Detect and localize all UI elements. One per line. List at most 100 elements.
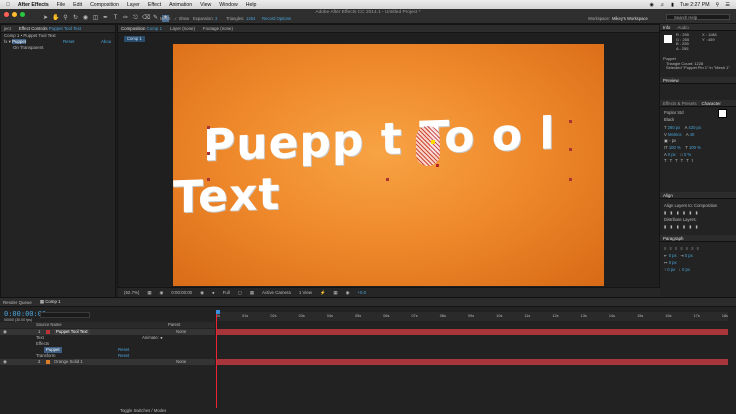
record-options-link[interactable]: Record Options [262, 16, 291, 21]
clock[interactable]: Tue 2:27 PM [680, 2, 710, 8]
paragraph-align-buttons[interactable]: ≡≡≡≡≡≡≡ [664, 245, 702, 252]
on-transparent-row[interactable]: On Transparent [1, 45, 115, 51]
space-after-value[interactable]: 0 px [682, 267, 690, 272]
exposure-value[interactable]: +0.0 [357, 290, 366, 295]
fill-color-swatch[interactable] [718, 109, 727, 118]
parent-select-2[interactable]: None [176, 359, 186, 365]
wifi-icon[interactable]: ◉ [649, 2, 654, 8]
small-caps-icon[interactable]: Tt [686, 158, 696, 163]
reset-button[interactable]: Reset [63, 39, 74, 45]
color-icon[interactable]: ● [212, 290, 215, 295]
bound-handle-mr[interactable] [569, 148, 572, 151]
timeline-search-input[interactable] [40, 312, 90, 318]
space-before-value[interactable]: 0 px [667, 267, 675, 272]
search-icon[interactable]: ⚲ [716, 2, 720, 8]
preview-title[interactable]: Preview [660, 77, 736, 84]
selection-tool-icon[interactable]: ➤ [42, 15, 49, 22]
all-caps-icon[interactable]: TT [675, 158, 686, 163]
pen-tool-icon[interactable]: ✒ [102, 15, 109, 22]
hand-tool-icon[interactable]: ✋ [52, 15, 59, 22]
indent-right-value[interactable]: 0 px [685, 253, 693, 258]
battery-icon[interactable]: ▮ [671, 2, 674, 8]
puppet-pin-2[interactable] [436, 164, 439, 167]
views-select[interactable]: 1 View [299, 290, 312, 295]
align-to-select[interactable]: Composition [694, 203, 717, 208]
menu-window[interactable]: Window [219, 2, 237, 8]
exposure-icon[interactable]: ◉ [346, 290, 350, 296]
kerning-value[interactable]: Metrics [668, 132, 682, 137]
roi-icon[interactable]: ▢ [238, 290, 242, 296]
menu-layer[interactable]: Layer [127, 2, 140, 8]
puppet-mesh-overlay[interactable] [416, 126, 440, 166]
menu-help[interactable]: Help [246, 2, 257, 8]
resolution-select[interactable]: Full [223, 290, 230, 295]
indent-left-value[interactable]: 0 px [669, 253, 677, 258]
tab-composition[interactable]: Composition Comp 1 [121, 26, 162, 31]
menu-edit[interactable]: Edit [73, 2, 82, 8]
layer-color-label-2[interactable] [46, 360, 50, 364]
bound-handle-tl[interactable] [207, 126, 210, 129]
grid-icon[interactable]: ▦ [147, 290, 151, 296]
bound-handle-br[interactable] [569, 178, 572, 181]
effect-row-puppet[interactable]: fx ▾ Puppet Reset Abou [1, 39, 115, 45]
tab-character[interactable]: Character [702, 101, 721, 106]
bound-handle-tr[interactable] [569, 120, 572, 123]
comp-canvas[interactable]: Puepp t To o l Text [173, 44, 604, 286]
bound-handle-ml[interactable] [207, 152, 210, 155]
eraser-tool-icon[interactable]: ⌫ [142, 15, 150, 22]
tracking-value[interactable]: 40 [690, 132, 695, 137]
bound-handle-bm[interactable] [386, 178, 389, 181]
camera-tool-icon[interactable]: ◉ [82, 15, 89, 22]
col-parent[interactable]: Parent [168, 322, 180, 328]
paragraph-title[interactable]: Paragraph [660, 235, 736, 242]
toggle-switches-modes[interactable]: Toggle Switches / Modes [120, 408, 166, 413]
snapshot-icon[interactable]: ◉ [200, 290, 204, 296]
col-source-name[interactable]: Source Name [36, 322, 62, 328]
apple-icon[interactable]:  [6, 2, 10, 8]
flowchart-icon[interactable]: ▦ [333, 290, 337, 296]
brush-tool-icon[interactable]: ✑ [122, 15, 129, 22]
fast-preview-icon[interactable]: ⚡ [320, 290, 325, 296]
menu-animation[interactable]: Animation [169, 2, 192, 8]
camera-icon[interactable]: ◉ [160, 290, 164, 296]
indent-first-value[interactable]: 0 px [669, 260, 677, 265]
horizontal-scale-value[interactable]: 100 % [689, 145, 701, 150]
layer-bar-2[interactable] [216, 359, 728, 365]
baseline-value[interactable]: 0 px [668, 152, 676, 157]
fx-icon[interactable]: fx ▾ [4, 39, 11, 44]
volume-icon[interactable]: ♬ [660, 2, 665, 8]
tab-effects-presets[interactable]: Effects & Presets [663, 101, 697, 106]
camera-select[interactable]: Active Camera [262, 290, 291, 295]
triangles-value[interactable]: 1264 [246, 16, 255, 21]
layer-bar-1[interactable] [216, 329, 728, 335]
vertical-scale-value[interactable]: 100 % [669, 145, 681, 150]
leading-value[interactable]: 420 px [688, 125, 701, 130]
pan-tool-icon[interactable]: ◫ [92, 15, 99, 22]
time-ruler[interactable]: 0s 01s 02s 03s 04s 05s 06s 07s 08s 09s 10s 11s 12s 13… [216, 312, 728, 321]
bound-handle-bl[interactable] [207, 178, 210, 181]
stamp-tool-icon[interactable]: ⎋ [132, 15, 139, 22]
show-checkbox[interactable]: ✓ Show [174, 16, 189, 21]
tab-layer[interactable]: Layer (none) [170, 26, 195, 31]
type-tool-icon[interactable]: T [112, 15, 119, 22]
list-icon[interactable]: ☰ [725, 2, 730, 8]
rotate-tool-icon[interactable]: ↻ [72, 15, 79, 22]
playhead-handle[interactable] [216, 310, 220, 314]
menu-file[interactable]: File [57, 2, 65, 8]
distribute-buttons[interactable]: ▮▮▮▮▮▮ [664, 223, 717, 230]
menu-after-effects[interactable]: After Effects [18, 2, 49, 8]
menu-effect[interactable]: Effect [148, 2, 161, 8]
puppet-pin-1[interactable] [431, 140, 435, 144]
layer-name-2[interactable]: Orange Solid 1 [54, 359, 83, 365]
layer-color-label[interactable] [46, 330, 50, 334]
tab-timeline-comp[interactable]: ▦ Comp 1 [40, 299, 61, 305]
tab-effect-controls[interactable]: Effect Controls Puppet Tool Text [19, 26, 81, 31]
tsume-value[interactable]: 0 % [684, 152, 691, 157]
font-size-value[interactable]: 280 px [668, 125, 681, 130]
menu-view[interactable]: View [200, 2, 211, 8]
tab-info[interactable]: Info [663, 25, 670, 30]
align-buttons[interactable]: ▮▮▮▮▮▮ [664, 209, 717, 216]
workspace-select[interactable]: Mikey's Workspace [612, 16, 648, 21]
tab-render-queue[interactable]: Render Queue [3, 300, 32, 305]
layer-row-2[interactable]: ◉ 2 Orange Solid 1 None [0, 359, 215, 365]
